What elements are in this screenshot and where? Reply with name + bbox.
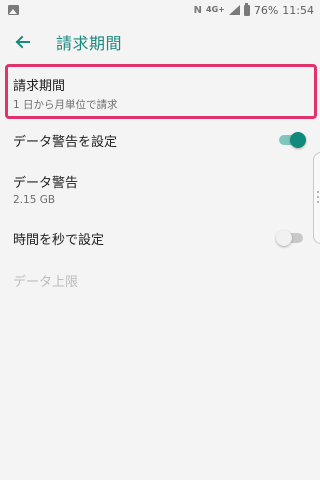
billing-cycle-item[interactable]: 請求期間 1 日から月単位で請求 bbox=[0, 64, 320, 122]
billing-cycle-subtitle: 1 日から月単位で請求 bbox=[13, 98, 118, 111]
data-warning-toggle-title: データ警告を設定 bbox=[13, 134, 118, 150]
page-title: 請求期間 bbox=[56, 34, 123, 53]
status-left bbox=[8, 5, 19, 15]
battery-icon bbox=[243, 2, 250, 16]
set-time-seconds-title: 時間を秒で設定 bbox=[13, 232, 105, 248]
nfc-icon: N bbox=[193, 4, 202, 16]
data-warning-toggle-item[interactable]: データ警告を設定 bbox=[0, 116, 320, 164]
edge-panel-handle[interactable] bbox=[313, 152, 320, 244]
data-warning-title: データ警告 bbox=[13, 176, 79, 191]
status-clock: 11:54 bbox=[282, 3, 314, 17]
status-bar: N 4G+ 76% 11:54 bbox=[0, 0, 320, 20]
data-warning-value-item[interactable]: データ警告 2.15 GB bbox=[0, 164, 320, 214]
network-type-label: 4G+ bbox=[206, 5, 225, 14]
data-warning-switch[interactable] bbox=[276, 132, 306, 148]
toolbar: 請求期間 bbox=[0, 20, 320, 64]
image-icon bbox=[8, 5, 19, 15]
status-right: N 4G+ 76% 11:54 bbox=[193, 2, 314, 17]
battery-percent: 76% bbox=[253, 3, 279, 17]
arrow-back-icon bbox=[15, 35, 30, 49]
set-time-seconds-switch[interactable] bbox=[276, 230, 306, 246]
set-time-seconds-item[interactable]: 時間を秒で設定 bbox=[0, 214, 320, 262]
data-warning-subtitle: 2.15 GB bbox=[13, 194, 56, 206]
switch-thumb bbox=[290, 132, 306, 148]
signal-icon bbox=[228, 5, 240, 15]
switch-thumb bbox=[276, 230, 292, 246]
data-limit-item: データ上限 bbox=[0, 256, 320, 304]
billing-cycle-title: 請求期間 bbox=[13, 78, 66, 94]
data-limit-title: データ上限 bbox=[13, 274, 79, 290]
back-button[interactable] bbox=[0, 20, 44, 64]
